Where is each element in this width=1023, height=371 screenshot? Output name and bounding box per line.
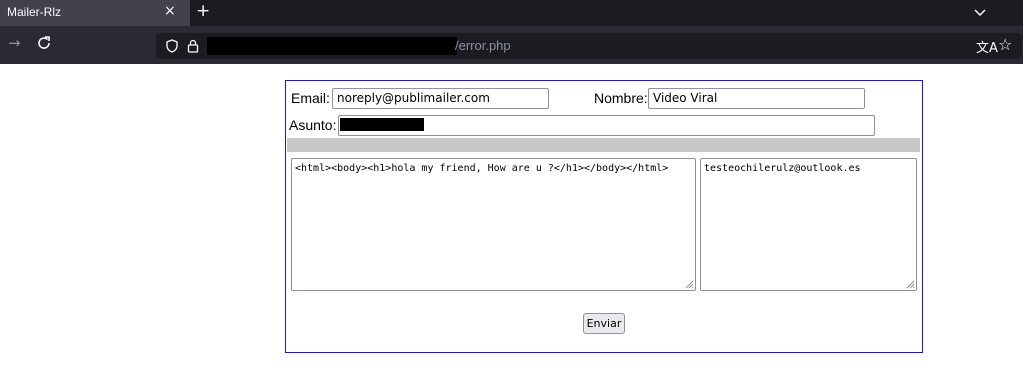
tab-bar: Mailer-Rlz × + [0,0,1023,26]
chevron-down-icon[interactable] [972,4,988,20]
tab-mailer[interactable]: Mailer-Rlz × [0,0,190,26]
url-text[interactable]: /error.php [455,38,511,53]
separator-bar [287,138,920,152]
redacted-url [207,37,457,55]
translate-icon[interactable]: 文A [976,37,998,56]
redacted-subject [340,118,424,131]
nombre-field[interactable]: Video Viral [648,88,865,109]
shield-icon[interactable] [165,39,179,53]
send-button[interactable]: Enviar [583,313,625,334]
asunto-label: Asunto: [289,117,337,133]
plus-icon[interactable]: + [196,1,210,21]
arrow-icon[interactable]: → [8,34,21,52]
resize-grip-icon[interactable] [685,280,694,289]
lock-icon[interactable] [187,39,199,53]
close-icon[interactable]: × [164,3,176,19]
tab-title: Mailer-Rlz [7,5,61,19]
email-label: Email: [291,90,330,106]
reload-icon[interactable] [36,35,52,51]
email-field[interactable]: noreply@publimailer.com [332,88,549,109]
nombre-label: Nombre: [594,90,648,106]
resize-grip-icon[interactable] [906,280,915,289]
star-icon[interactable]: ☆ [998,35,1012,54]
recipients-textarea[interactable]: testeochilerulz@outlook.es [700,158,917,291]
message-body-textarea[interactable]: <html><body><h1>hola my friend, How are … [291,158,696,291]
